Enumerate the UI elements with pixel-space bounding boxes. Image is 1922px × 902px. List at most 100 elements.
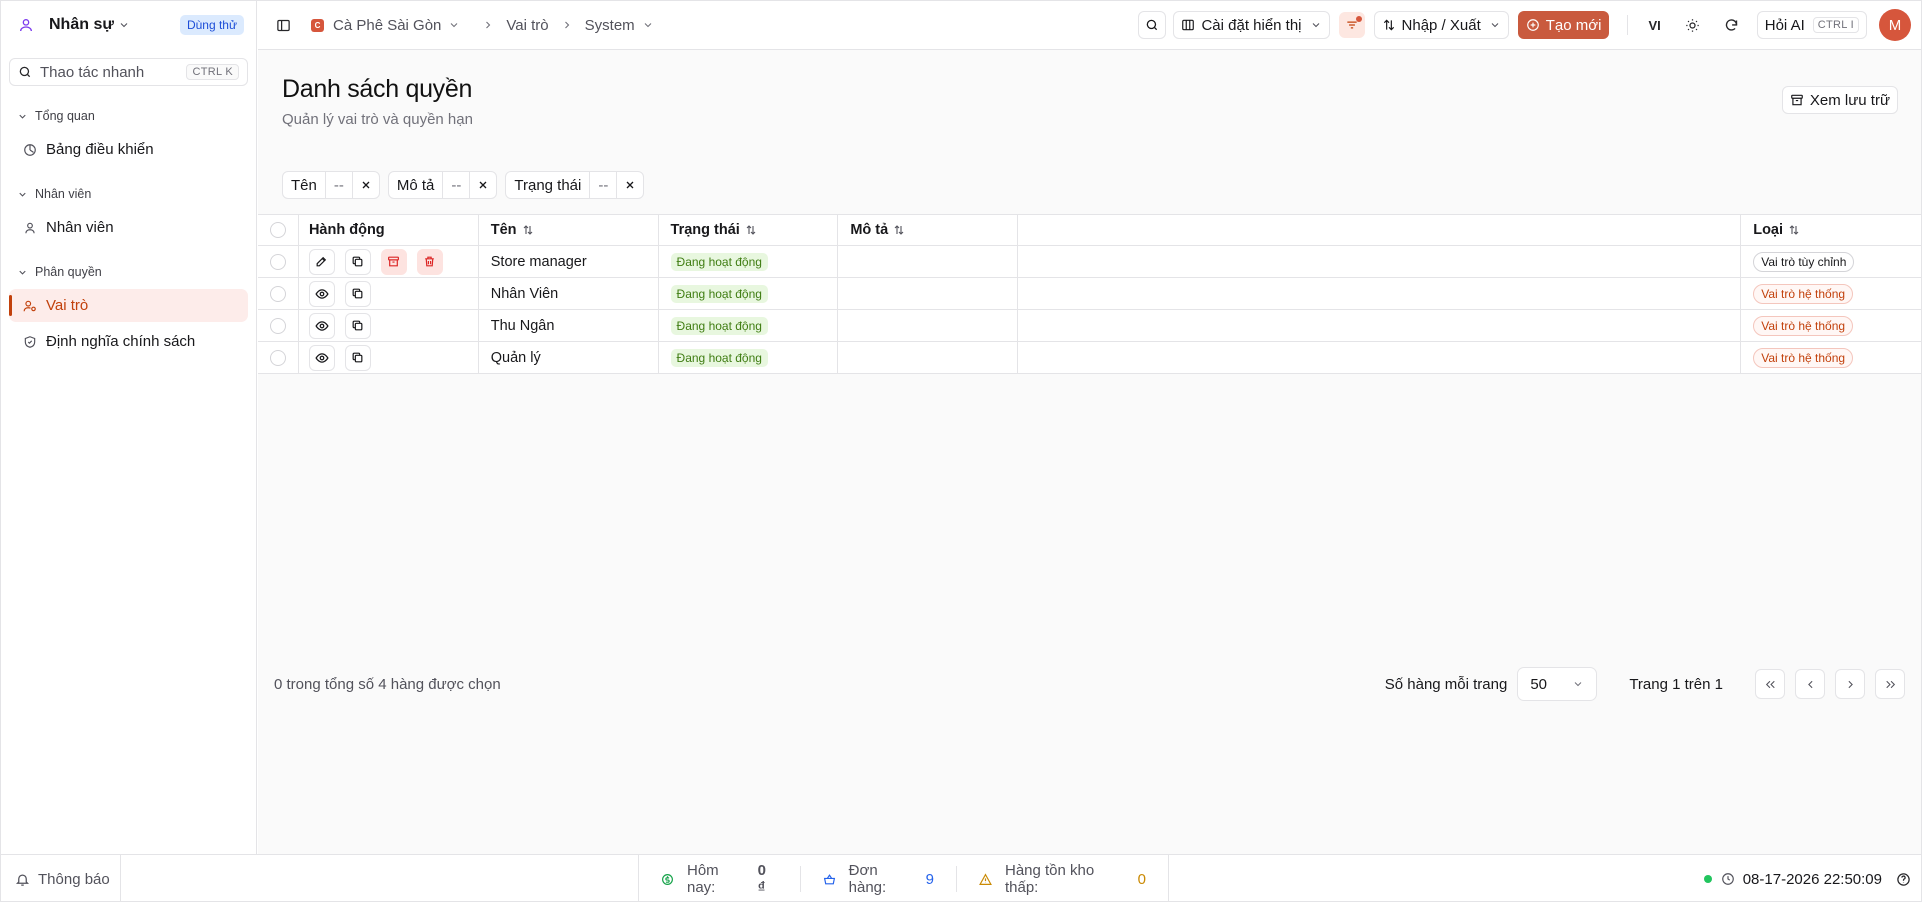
cell-name: Store manager — [479, 246, 659, 277]
column-header-description[interactable]: Mô tả — [838, 215, 1019, 245]
import-export-label: Nhập / Xuất — [1401, 16, 1481, 34]
filter-button[interactable] — [1338, 12, 1365, 38]
stat-orders[interactable]: Đơn hàng: 9 — [801, 862, 957, 896]
previous-page-button[interactable] — [1795, 669, 1825, 699]
sidebar-toggle-icon[interactable] — [276, 18, 291, 33]
cell-spacer — [1018, 342, 1742, 373]
row-checkbox[interactable] — [269, 285, 286, 302]
sort-icon[interactable] — [893, 224, 905, 236]
row-actions — [299, 246, 479, 277]
filter-value[interactable]: -- — [324, 172, 352, 198]
column-header-status[interactable]: Trạng thái — [659, 215, 839, 245]
chevron-down-icon[interactable] — [642, 19, 654, 31]
theme-sun-icon[interactable] — [1685, 18, 1700, 33]
copy-button[interactable] — [344, 280, 371, 307]
view-button[interactable] — [308, 344, 335, 371]
display-settings-button[interactable]: Cài đặt hiển thị — [1173, 11, 1330, 39]
search-icon — [18, 65, 32, 79]
sidebar-item-employees[interactable]: Nhân viên — [9, 211, 248, 244]
filter-name[interactable]: Tên -- — [282, 171, 380, 199]
filter-status[interactable]: Trạng thái -- — [505, 171, 645, 199]
column-header-type[interactable]: Loại — [1741, 215, 1921, 245]
refresh-icon[interactable] — [1724, 18, 1739, 33]
chevron-right-icon — [482, 19, 494, 31]
table-row[interactable]: Nhân Viên Đang hoạt động Vai trò hệ thốn… — [258, 278, 1921, 310]
help-icon[interactable] — [1896, 872, 1911, 887]
cell-type: Vai trò tùy chỉnh — [1741, 246, 1921, 277]
nav-group-label: Phân quyền — [35, 265, 102, 279]
row-checkbox[interactable] — [269, 317, 286, 334]
basket-icon — [823, 873, 836, 886]
cell-description — [838, 342, 1019, 373]
create-new-button[interactable]: Tạo mới — [1517, 11, 1610, 39]
row-select-cell — [258, 246, 299, 277]
chevron-right-icon — [561, 19, 573, 31]
sidebar-item-label: Định nghĩa chính sách — [46, 333, 196, 350]
view-archive-button[interactable]: Xem lưu trữ — [1781, 86, 1898, 114]
sidebar-item-roles[interactable]: Vai trò — [9, 289, 248, 322]
row-actions — [299, 342, 479, 373]
close-icon[interactable] — [469, 172, 496, 198]
language-switcher[interactable]: VI — [1648, 18, 1660, 33]
user-cog-icon — [23, 299, 37, 313]
notifications-button[interactable]: Thông báo — [1, 855, 121, 901]
chevron-down-icon[interactable] — [448, 19, 460, 31]
table-row[interactable]: Quản lý Đang hoạt động Vai trò hệ thống — [258, 342, 1921, 374]
view-button[interactable] — [308, 312, 335, 339]
archive-button[interactable] — [380, 248, 407, 275]
view-archive-label: Xem lưu trữ — [1809, 91, 1890, 109]
next-page-button[interactable] — [1835, 669, 1865, 699]
last-page-button[interactable] — [1875, 669, 1905, 699]
ask-ai-button[interactable]: Hỏi AI CTRL I — [1756, 11, 1867, 39]
copy-button[interactable] — [344, 312, 371, 339]
sort-icon[interactable] — [1788, 224, 1800, 236]
copy-button[interactable] — [344, 344, 371, 371]
quick-action-search[interactable]: Thao tác nhanh CTRL K — [9, 58, 248, 86]
sidebar-item-dashboard[interactable]: Bảng điều khiển — [9, 133, 248, 166]
sort-icon[interactable] — [745, 224, 757, 236]
table-row[interactable]: Thu Ngân Đang hoạt động Vai trò hệ thống — [258, 310, 1921, 342]
cell-name: Quản lý — [479, 342, 659, 373]
table-row[interactable]: Store manager Đang hoạt động Vai trò tùy… — [258, 246, 1921, 278]
rows-per-page-select[interactable]: 50 — [1517, 667, 1598, 701]
breadcrumb-store[interactable]: Cà Phê Sài Gòn — [333, 17, 441, 34]
chevron-down-icon — [17, 189, 28, 200]
search-button[interactable] — [1138, 11, 1167, 39]
column-label: Loại — [1753, 222, 1784, 238]
nav-group-label: Tổng quan — [35, 109, 95, 123]
delete-button[interactable] — [416, 248, 443, 275]
chevron-down-icon — [17, 267, 28, 278]
column-label: Tên — [490, 222, 517, 238]
nav-group-employees[interactable]: Nhân viên — [1, 184, 256, 204]
copy-button[interactable] — [344, 248, 371, 275]
warning-icon — [979, 872, 992, 886]
close-icon[interactable] — [616, 172, 643, 198]
view-button[interactable] — [308, 280, 335, 307]
sort-icon[interactable] — [522, 224, 534, 236]
import-export-button[interactable]: Nhập / Xuất — [1373, 11, 1509, 39]
topbar-actions: Cài đặt hiển thị Nhập / Xuất Tạo mới VI — [1138, 9, 1911, 41]
type-badge: Vai trò hệ thống — [1753, 283, 1854, 304]
stat-low-stock[interactable]: Hàng tồn kho thấp: 0 — [957, 862, 1168, 896]
column-header-name[interactable]: Tên — [479, 215, 659, 245]
breadcrumb-system[interactable]: System — [585, 17, 635, 34]
copy-icon — [351, 351, 364, 364]
status-badge: Đang hoạt động — [670, 316, 768, 335]
sidebar-item-policy-definitions[interactable]: Định nghĩa chính sách — [9, 325, 248, 358]
close-icon[interactable] — [351, 172, 379, 198]
stat-value: 9 — [925, 870, 934, 888]
row-checkbox[interactable] — [269, 253, 286, 270]
user-avatar[interactable]: M — [1879, 9, 1911, 41]
filter-description[interactable]: Mô tả -- — [387, 171, 498, 199]
app-switcher[interactable]: Nhân sự Dùng thử — [1, 1, 256, 49]
nav-group-permissions[interactable]: Phân quyền — [1, 262, 256, 282]
edit-button[interactable] — [308, 248, 335, 275]
breadcrumb-roles[interactable]: Vai trò — [506, 17, 548, 34]
nav-group-overview[interactable]: Tổng quan — [1, 106, 256, 126]
chevrons-right-icon — [1884, 678, 1897, 691]
select-all-checkbox[interactable] — [269, 222, 286, 238]
first-page-button[interactable] — [1755, 669, 1785, 699]
row-checkbox[interactable] — [269, 349, 286, 366]
filter-value[interactable]: -- — [589, 172, 616, 198]
filter-value[interactable]: -- — [442, 172, 469, 198]
